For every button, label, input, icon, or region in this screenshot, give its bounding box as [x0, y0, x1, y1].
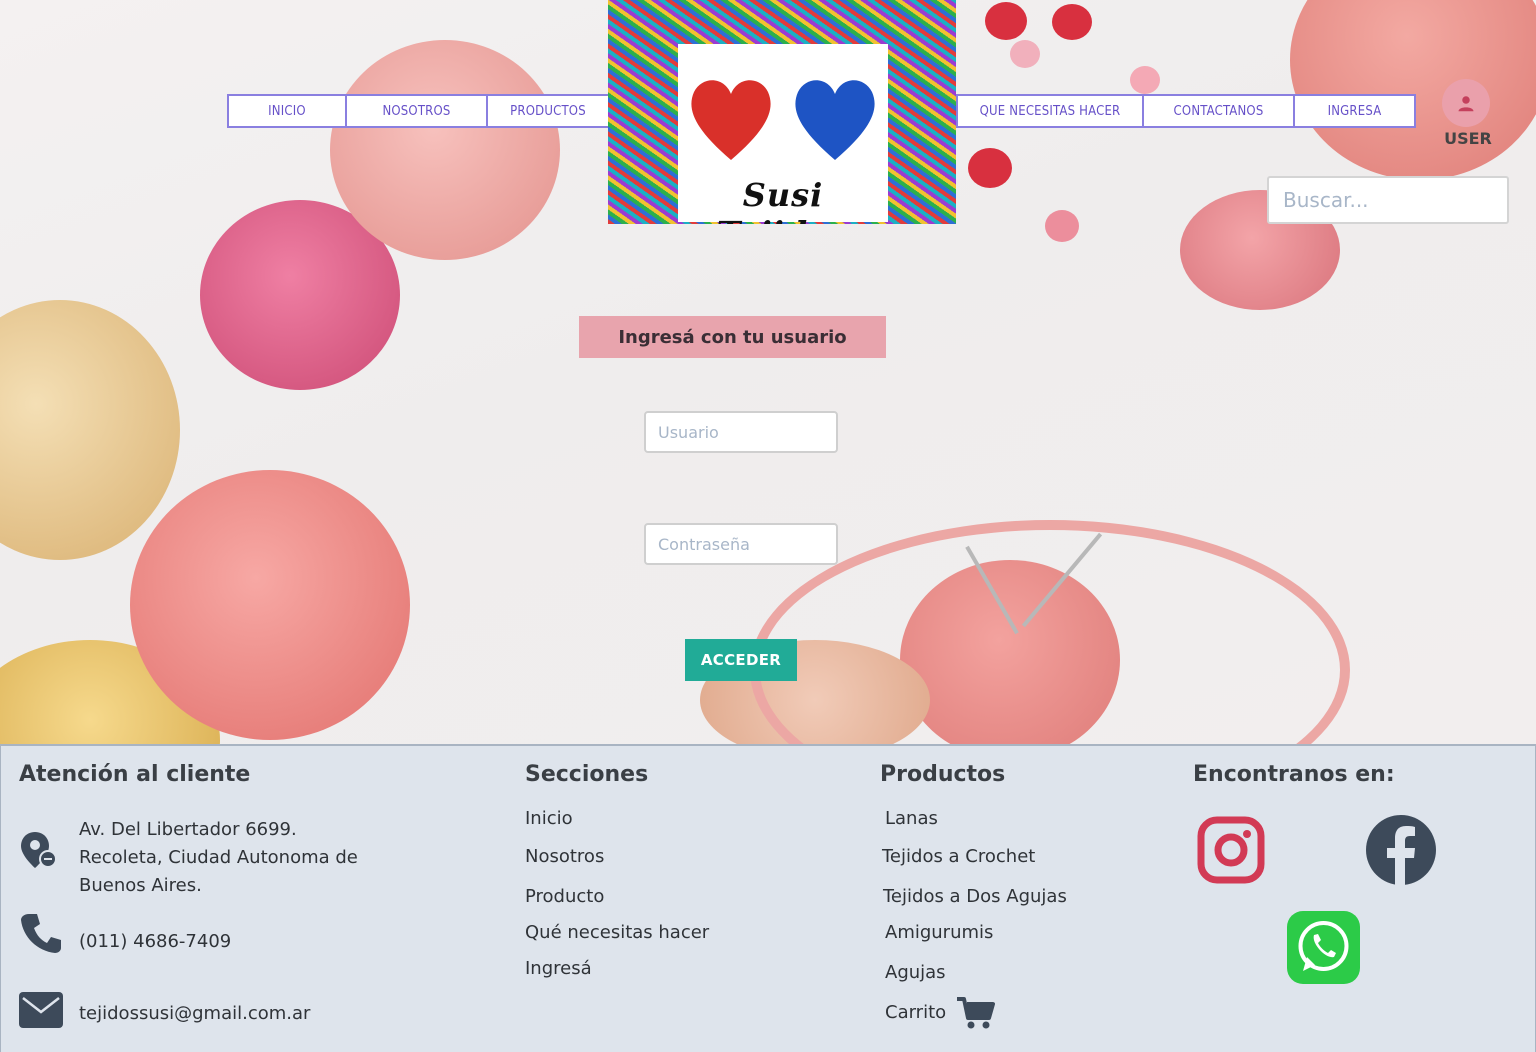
footer-products-heading: Productos: [880, 762, 1006, 787]
instagram-icon[interactable]: [1197, 816, 1265, 884]
blue-heart-icon: [795, 80, 875, 160]
nav-contactanos[interactable]: CONTACTANOS: [1142, 94, 1295, 128]
footer-link-producto[interactable]: Producto: [525, 886, 604, 907]
nav-productos[interactable]: PRODUCTOS: [486, 94, 610, 128]
username-input[interactable]: [644, 411, 838, 453]
footer-link-agujas[interactable]: Agujas: [885, 962, 946, 983]
submit-login-button[interactable]: ACCEDER: [685, 639, 797, 681]
footer-link-ingresa[interactable]: Ingresá: [525, 958, 592, 979]
search-input[interactable]: [1267, 176, 1509, 224]
phone-icon: [21, 914, 61, 953]
yarn-ball-cream: [0, 300, 180, 560]
location-pin-icon: [21, 832, 57, 868]
login-title: Ingresá con tu usuario: [579, 316, 886, 358]
email-address[interactable]: tejidossusi@gmail.com.ar: [79, 1000, 310, 1028]
user-label: USER: [1444, 129, 1492, 148]
footer-link-amigurumis[interactable]: Amigurumis: [885, 922, 993, 943]
password-input[interactable]: [644, 523, 838, 565]
footer-link-que-necesitas-hacer[interactable]: Qué necesitas hacer: [525, 922, 709, 943]
nav-ingresa[interactable]: INGRESA: [1293, 94, 1416, 128]
user-avatar-button[interactable]: [1442, 79, 1490, 127]
nav-nosotros[interactable]: NOSOTROS: [345, 94, 488, 128]
address-line-3: Buenos Aires.: [79, 875, 202, 896]
footer-link-lanas[interactable]: Lanas: [885, 808, 938, 829]
yarn-ball-top-right: [1290, 0, 1536, 180]
address-line-2: Recoleta, Ciudad Autonoma de: [79, 847, 358, 868]
footer-sections-heading: Secciones: [525, 762, 649, 787]
user-icon: [1458, 96, 1474, 112]
button-red: [985, 2, 1027, 40]
email-icon: [19, 992, 63, 1028]
footer: Atención al cliente Av. Del Libertador 6…: [0, 744, 1536, 1052]
footer-link-tejidos-crochet[interactable]: Tejidos a Crochet: [882, 846, 1035, 867]
button-pink: [1130, 66, 1160, 94]
footer-contact-heading: Atención al cliente: [19, 762, 251, 787]
shopping-cart-icon[interactable]: [957, 996, 995, 1030]
red-heart-icon: [691, 80, 771, 160]
footer-social-heading: Encontranos en:: [1193, 762, 1395, 787]
footer-link-nosotros[interactable]: Nosotros: [525, 846, 604, 867]
yarn-strand: [750, 520, 1350, 744]
whatsapp-icon[interactable]: [1287, 911, 1360, 984]
address-line-1: Av. Del Libertador 6699.: [79, 819, 297, 840]
facebook-icon[interactable]: [1365, 814, 1437, 886]
button-pink: [1010, 40, 1040, 68]
nav-que-necesitas-hacer[interactable]: QUE NECESITAS HACER: [956, 94, 1144, 128]
footer-link-tejidos-dos-agujas[interactable]: Tejidos a Dos Agujas: [883, 886, 1067, 907]
logo-title: Susi Tejidos: [717, 176, 849, 224]
footer-link-carrito[interactable]: Carrito: [885, 1002, 946, 1023]
yarn-ball-salmon: [130, 470, 410, 740]
nav-inicio[interactable]: INICIO: [227, 94, 347, 128]
footer-link-inicio[interactable]: Inicio: [525, 808, 573, 829]
phone-number[interactable]: (011) 4686-7409: [79, 928, 231, 956]
button-red: [1052, 4, 1092, 40]
button-pink: [1045, 210, 1079, 242]
yarn-ball-light-pink: [330, 40, 560, 260]
logo[interactable]: Susi Tejidos: [608, 0, 956, 224]
button-red: [968, 148, 1012, 188]
